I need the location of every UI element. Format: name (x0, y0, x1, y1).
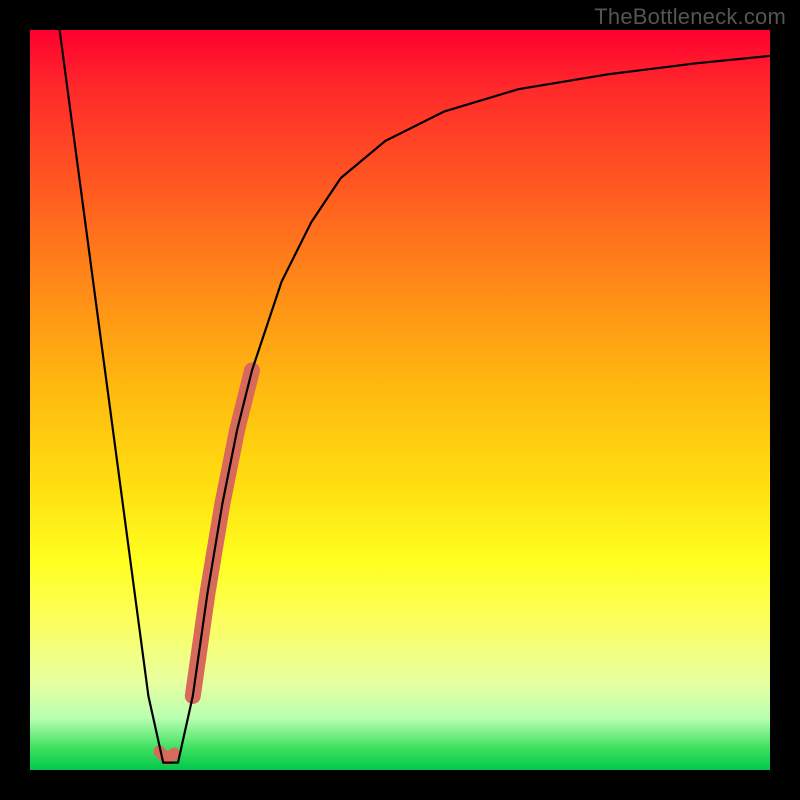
series-highlight-rising (193, 370, 252, 696)
plot-area (30, 30, 770, 770)
attribution-text: TheBottleneck.com (594, 4, 786, 30)
chart-frame: TheBottleneck.com (0, 0, 800, 800)
series-curve (60, 30, 770, 763)
chart-svg (30, 30, 770, 770)
